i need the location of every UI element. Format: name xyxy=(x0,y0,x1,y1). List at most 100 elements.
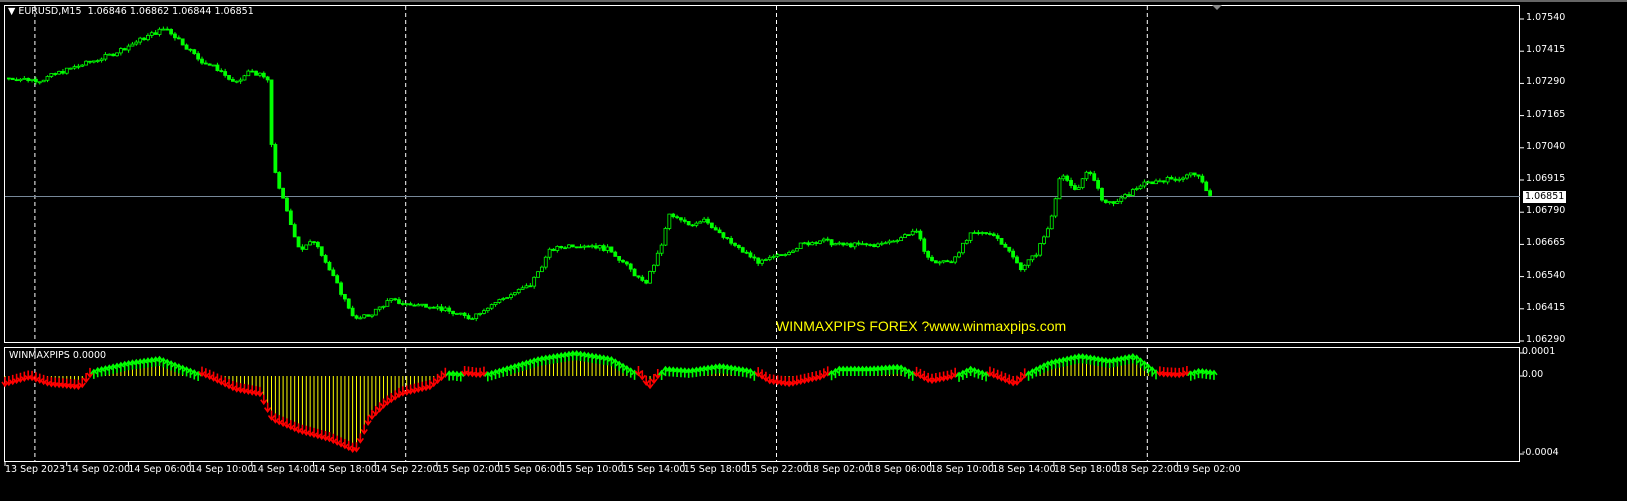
candle-body xyxy=(149,32,154,36)
candle-body xyxy=(227,75,231,80)
candle-body xyxy=(1092,173,1097,181)
candle-body xyxy=(922,238,927,252)
candle-body xyxy=(1026,259,1031,266)
candle-body xyxy=(964,239,969,244)
candle-body xyxy=(563,247,567,250)
candle-body xyxy=(933,260,938,264)
time-axis-label: 14 Sep 14:00 xyxy=(251,464,316,475)
candle-body xyxy=(605,246,610,251)
candle-body xyxy=(99,58,104,61)
candle-body xyxy=(791,250,795,253)
candle-body xyxy=(930,256,934,262)
arrow-up-icon xyxy=(715,362,724,374)
candle-body xyxy=(250,70,255,73)
candle-body xyxy=(146,34,150,41)
candle-body xyxy=(1022,264,1027,271)
candle-body xyxy=(984,232,988,234)
candle-body xyxy=(165,28,170,31)
time-axis-label: 15 Sep 18:00 xyxy=(683,464,748,475)
candle-body xyxy=(961,242,965,254)
candle-body xyxy=(246,70,251,77)
price-axis-label: 1.06415 xyxy=(1526,301,1566,313)
indicator-axis-label: -0.0004 xyxy=(1522,447,1559,458)
candle-body xyxy=(802,242,807,245)
candle-body xyxy=(1073,185,1077,190)
candle-body xyxy=(968,232,973,241)
candle-body xyxy=(709,222,714,229)
candle-body xyxy=(1134,188,1139,190)
candle-body xyxy=(427,306,432,309)
candle-body xyxy=(594,245,598,249)
candle-body xyxy=(169,29,173,35)
candle-body xyxy=(203,62,208,65)
candle-body xyxy=(1057,178,1062,200)
candle-body xyxy=(879,242,884,245)
candle-body xyxy=(1111,201,1116,204)
price-axis-label: 1.07415 xyxy=(1526,44,1566,56)
candle-body xyxy=(551,248,556,251)
candle-body xyxy=(1069,180,1073,186)
price-axis-label: 1.07040 xyxy=(1526,140,1566,152)
candle-body xyxy=(1103,199,1108,203)
candle-body xyxy=(852,242,857,248)
candle-body xyxy=(837,242,842,245)
candle-body xyxy=(273,144,278,173)
candle-body xyxy=(281,187,286,199)
candle-body xyxy=(918,230,923,240)
candle-body xyxy=(652,264,656,272)
candle-body xyxy=(995,235,1000,239)
candle-body xyxy=(725,237,730,239)
candle-body xyxy=(22,77,27,80)
candle-body xyxy=(586,245,591,248)
candle-body xyxy=(628,263,633,270)
candle-body xyxy=(192,49,197,55)
candle-body xyxy=(462,312,467,316)
candle-body xyxy=(173,33,177,39)
candle-body xyxy=(1165,177,1170,183)
candle-body xyxy=(72,66,77,69)
time-axis-label: 15 Sep 06:00 xyxy=(498,464,563,475)
candle-body xyxy=(621,259,625,263)
time-axis-label: 19 Sep 02:00 xyxy=(1177,464,1241,475)
candle-body xyxy=(1107,201,1112,204)
candle-body xyxy=(439,306,444,311)
candle-body xyxy=(14,79,19,82)
candle-body xyxy=(397,299,401,304)
candle-body xyxy=(1154,180,1158,185)
candle-body xyxy=(1204,181,1209,192)
candle-body xyxy=(694,222,699,226)
candle-body xyxy=(771,255,776,258)
candle-body xyxy=(547,248,552,258)
collapse-triangle-icon[interactable]: ▼ xyxy=(8,6,15,17)
candle-body xyxy=(49,73,54,77)
candle-body xyxy=(1185,174,1189,179)
time-axis-label: 15 Sep 14:00 xyxy=(622,464,686,475)
candle-body xyxy=(211,64,216,67)
candle-body xyxy=(516,289,521,294)
candle-body xyxy=(1169,177,1174,180)
candle-body xyxy=(903,234,907,239)
candle-body xyxy=(265,76,270,81)
chart-shift-marker-icon xyxy=(1212,5,1222,10)
indicator-axis-label: 0.0001 xyxy=(1522,346,1556,357)
candle-body xyxy=(1076,187,1081,190)
candle-body xyxy=(597,245,602,249)
candle-body xyxy=(26,77,31,81)
candle-body xyxy=(134,41,139,45)
candle-body xyxy=(366,314,370,317)
candle-body xyxy=(1173,178,1178,181)
candle-body xyxy=(845,243,849,246)
candle-body xyxy=(138,37,143,43)
candle-body xyxy=(1130,189,1135,196)
candle-body xyxy=(744,251,749,254)
candle-body xyxy=(1061,175,1066,180)
candle-body xyxy=(61,71,65,74)
candle-body xyxy=(296,236,301,248)
candle-body xyxy=(455,313,459,315)
candle-body xyxy=(686,221,691,226)
arrow-down-icon xyxy=(376,402,384,413)
price-axis-label: 1.06915 xyxy=(1526,173,1566,184)
candle-body xyxy=(393,298,398,301)
candle-body xyxy=(613,251,618,257)
candle-body xyxy=(752,256,757,259)
